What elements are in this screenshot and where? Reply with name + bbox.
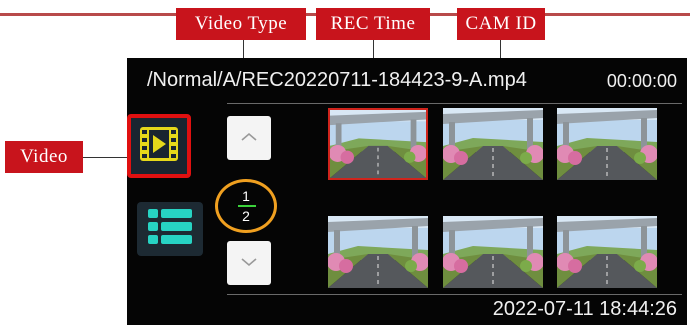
video-film-icon — [139, 126, 179, 167]
top-divider — [227, 103, 682, 104]
callout-cam-id: CAM ID — [457, 8, 545, 40]
page-up-button[interactable] — [227, 116, 271, 160]
recording-datetime: 2022-07-11 18:44:26 — [492, 298, 677, 320]
callout-video: Video — [5, 141, 83, 173]
video-thumbnail[interactable] — [443, 216, 543, 288]
callout-video-line — [83, 157, 129, 158]
page-down-button[interactable] — [227, 241, 271, 285]
playback-time: 00:00:00 — [606, 71, 677, 91]
video-thumbnail[interactable] — [557, 216, 657, 288]
video-mode-button[interactable] — [127, 114, 191, 178]
file-path: /Normal/A/REC20220711-184423-9-A.mp4 — [147, 69, 527, 91]
chevron-down-icon — [240, 254, 258, 272]
bottom-divider — [227, 294, 682, 295]
chevron-up-icon — [240, 129, 258, 147]
list-icon — [148, 208, 192, 251]
video-thumbnail[interactable] — [328, 216, 428, 288]
video-thumbnail[interactable] — [443, 108, 543, 180]
page-divider — [238, 205, 256, 207]
video-thumbnail[interactable] — [557, 108, 657, 180]
callout-rec-time: REC Time — [316, 8, 430, 40]
page-total: 2 — [242, 208, 250, 224]
playback-screen: /Normal/A/REC20220711-184423-9-A.mp4 00:… — [127, 58, 687, 325]
page-current: 1 — [242, 188, 250, 204]
list-mode-button[interactable] — [137, 202, 203, 256]
video-thumbnail[interactable] — [328, 108, 428, 180]
callout-video-type: Video Type — [176, 8, 306, 40]
page-indicator: 1 2 — [215, 179, 277, 233]
